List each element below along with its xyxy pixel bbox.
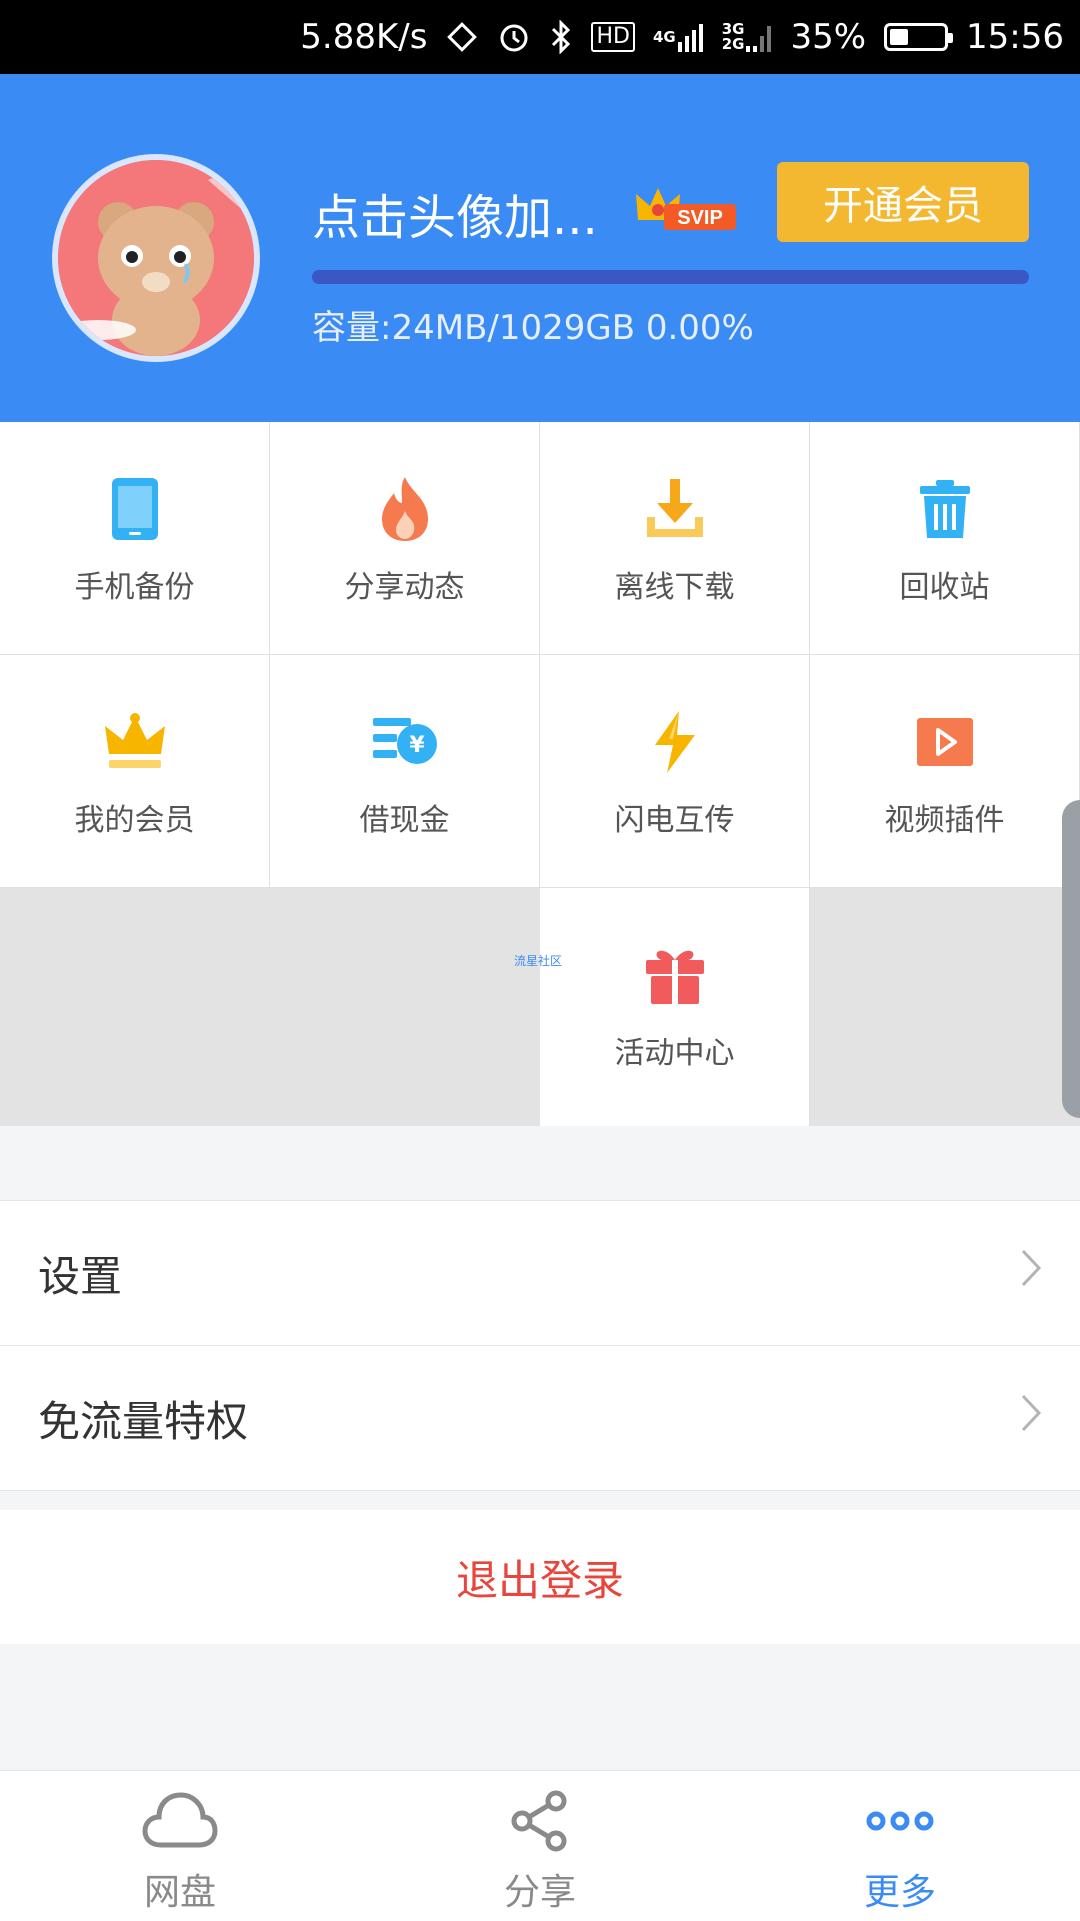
nav-item-more[interactable]: 更多 — [720, 1771, 1080, 1921]
svip-badge: SVIP — [634, 184, 738, 236]
avatar[interactable] — [52, 154, 260, 362]
battery-icon — [884, 23, 954, 51]
feature-grid: 手机备份 分享动态 离线下载 回收站 我的会员 ¥ 借现金 闪电互传 视频插件 … — [0, 422, 1080, 1126]
crown-icon — [100, 707, 170, 777]
download-icon — [640, 474, 710, 544]
grid-item-video-plugin[interactable]: 视频插件 — [810, 655, 1080, 888]
more-icon — [864, 1789, 936, 1857]
clock: 15:56 — [966, 17, 1064, 57]
cloud-icon — [141, 1789, 219, 1857]
bluetooth-icon — [549, 20, 573, 54]
grid-item-offline-download[interactable]: 离线下载 — [540, 422, 810, 655]
battery-percent: 35% — [790, 17, 867, 57]
open-membership-button[interactable]: 开通会员 — [777, 162, 1029, 242]
settings-label: 设置 — [38, 1251, 123, 1301]
rotate-lock-icon — [445, 20, 479, 54]
logout-button[interactable]: 退出登录 — [0, 1510, 1080, 1644]
grid-item-label: 活动中心 — [614, 1036, 735, 1071]
grid-item-flash-transfer[interactable]: 闪电互传 — [540, 655, 810, 888]
network-speed: 5.88K/s — [300, 17, 428, 57]
signal-4g-icon: 4G — [653, 22, 704, 52]
grid-item-label: 我的会员 — [74, 803, 195, 838]
divider — [0, 1490, 1080, 1491]
side-drawer-handle[interactable] — [1062, 800, 1080, 1118]
svip-badge-text: SVIP — [677, 207, 723, 229]
cash-icon: ¥ — [370, 707, 440, 777]
settings-item[interactable]: 设置 — [0, 1201, 1080, 1345]
battery-level — [890, 29, 909, 45]
storage-quota-value: 24MB/1029GB 0.00% — [391, 308, 754, 348]
hd-voice-icon: HD — [591, 22, 635, 52]
storage-quota-bar — [312, 270, 1029, 284]
grid-item-my-membership[interactable]: 我的会员 — [0, 655, 270, 888]
storage-quota-text: 容量:24MB/1029GB 0.00% — [312, 300, 754, 349]
share-icon — [508, 1789, 572, 1857]
nav-item-cloud-disk[interactable]: 网盘 — [0, 1771, 360, 1921]
status-bar: 5.88K/s HD 4G 3G 2G 35% 15:56 — [0, 0, 1080, 74]
trash-icon — [910, 474, 980, 544]
phone-icon — [100, 474, 170, 544]
storage-quota-label: 容量: — [312, 308, 392, 348]
chevron-right-icon — [1020, 1393, 1042, 1443]
bottom-nav: 网盘 分享 更多 — [0, 1770, 1080, 1921]
svg-text:¥: ¥ — [409, 733, 425, 758]
username[interactable]: 点击头像加... — [312, 178, 598, 248]
nav-label: 分享 — [503, 1872, 576, 1913]
grid-item-label: 回收站 — [899, 570, 990, 605]
grid-item-borrow-cash[interactable]: ¥ 借现金 — [270, 655, 540, 888]
flame-icon — [370, 474, 440, 544]
nav-label: 更多 — [863, 1872, 936, 1913]
free-data-privilege-item[interactable]: 免流量特权 — [0, 1346, 1080, 1490]
grid-item-label: 借现金 — [359, 803, 450, 838]
free-data-label: 免流量特权 — [38, 1396, 249, 1446]
signal-type-labels: 3G 2G — [721, 20, 745, 53]
grid-item-label: 手机备份 — [74, 570, 195, 605]
nav-label: 网盘 — [143, 1872, 216, 1913]
signal-3g-2g-icon: 3G 2G — [722, 22, 773, 52]
grid-item-label: 分享动态 — [344, 570, 465, 605]
chevron-right-icon — [1020, 1248, 1042, 1298]
grid-item-label: 闪电互传 — [614, 803, 735, 838]
lightning-icon — [640, 707, 710, 777]
nav-item-share[interactable]: 分享 — [360, 1771, 720, 1921]
gift-icon — [640, 940, 710, 1010]
grid-item-recycle-bin[interactable]: 回收站 — [810, 422, 1080, 655]
avatar-image — [58, 160, 254, 356]
grid-item-label: 离线下载 — [614, 570, 735, 605]
grid-item-label: 视频插件 — [884, 803, 1005, 838]
watermark-text: 流星社区 — [514, 954, 563, 968]
profile-header: 点击头像加... SVIP 开通会员 容量:24MB/1029GB 0.00% — [0, 74, 1080, 422]
grid-item-phone-backup[interactable]: 手机备份 — [0, 422, 270, 655]
video-play-icon — [910, 707, 980, 777]
grid-item-activity-center[interactable]: 活动中心 — [540, 888, 810, 1126]
grid-item-share-feed[interactable]: 分享动态 — [270, 422, 540, 655]
alarm-icon — [497, 20, 531, 54]
